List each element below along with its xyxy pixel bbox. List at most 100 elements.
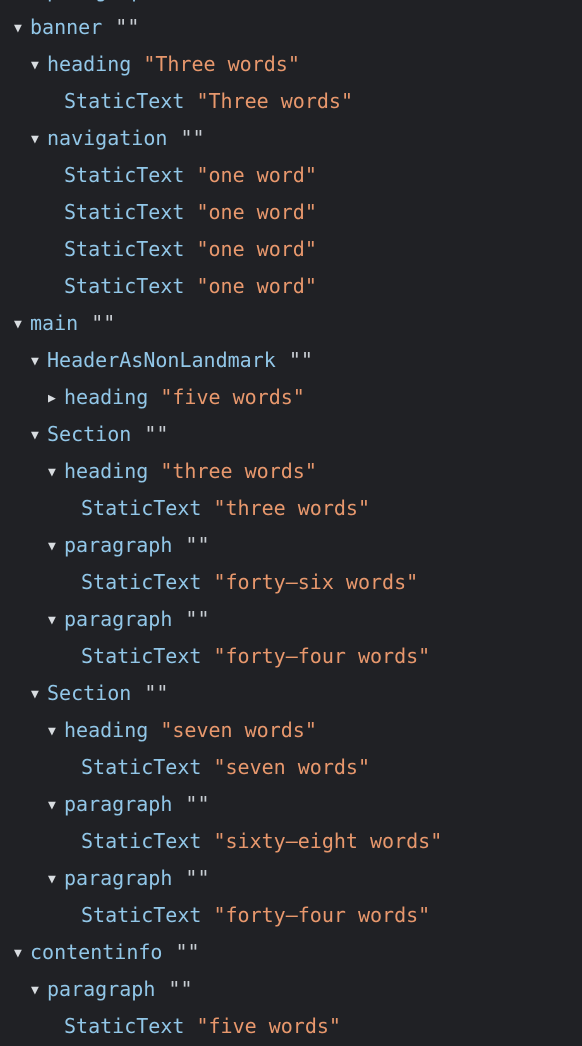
ax-node-value: "seven words"	[213, 755, 371, 779]
chevron-down-icon[interactable]: ▼	[31, 343, 47, 380]
ax-node-role: navigation	[47, 126, 168, 150]
chevron-down-icon[interactable]: ▼	[48, 713, 64, 750]
ax-node-value: "one word"	[196, 163, 317, 187]
chevron-down-icon[interactable]: ▼	[48, 787, 64, 824]
chevron-down-icon[interactable]: ▼	[31, 121, 47, 158]
ax-node-role: HeaderAsNonLandmark	[47, 348, 276, 372]
ax-node-heading[interactable]: ▼ heading "Three words"	[0, 46, 582, 83]
ax-node-section[interactable]: ▼ Section ""	[0, 416, 582, 453]
chevron-down-icon[interactable]: ▼	[31, 47, 47, 84]
ax-node-statictext[interactable]: ▼StaticText "Three words"	[0, 83, 582, 120]
ax-node-role: paragraph	[64, 866, 173, 890]
ax-node-role: Section	[47, 681, 132, 705]
ax-node-role: StaticText	[64, 163, 185, 187]
ax-node-role: StaticText	[81, 829, 202, 853]
ax-node-headerasnonlandmark[interactable]: ▼ HeaderAsNonLandmark ""	[0, 342, 582, 379]
ax-node-value: "forty–four words"	[213, 903, 431, 927]
ax-node-empty-value: ""	[168, 0, 192, 2]
ax-node-empty-value: ""	[185, 866, 210, 890]
ax-node-role: heading	[47, 52, 132, 76]
ax-node-role: paragraph	[64, 792, 173, 816]
ax-node-paragraph[interactable]: ▼paragraph ""	[0, 0, 582, 9]
chevron-right-icon[interactable]: ▶	[48, 380, 64, 417]
accessibility-tree: ▼paragraph ""▼banner ""▼heading "Three w…	[0, 0, 582, 1045]
ax-node-role: paragraph	[47, 977, 156, 1001]
ax-node-statictext[interactable]: ▼StaticText "forty–six words"	[0, 564, 582, 601]
ax-node-role: paragraph	[47, 0, 155, 2]
ax-node-statictext[interactable]: ▼StaticText "sixty–eight words"	[0, 823, 582, 860]
ax-node-value: "sixty–eight words"	[213, 829, 443, 853]
ax-node-role: StaticText	[81, 644, 202, 668]
ax-node-statictext[interactable]: ▼StaticText "one word"	[0, 268, 582, 305]
ax-node-statictext[interactable]: ▼StaticText "one word"	[0, 194, 582, 231]
ax-node-value: "Three words"	[143, 52, 300, 76]
ax-node-paragraph[interactable]: ▼paragraph ""	[0, 860, 582, 897]
ax-node-role: heading	[64, 385, 149, 409]
chevron-down-icon[interactable]: ▼	[48, 602, 64, 639]
chevron-down-icon[interactable]: ▼	[14, 935, 30, 972]
ax-node-statictext[interactable]: ▼StaticText "forty–four words"	[0, 897, 582, 934]
ax-node-role: Section	[47, 422, 132, 446]
ax-node-heading[interactable]: ▼ heading "seven words"	[0, 712, 582, 749]
ax-node-value: "three words"	[213, 496, 371, 520]
ax-node-role: StaticText	[64, 200, 185, 224]
ax-node-heading[interactable]: ▶ heading "five words"	[0, 379, 582, 416]
ax-node-value: "three words"	[160, 459, 317, 483]
chevron-down-icon[interactable]: ▼	[14, 10, 30, 47]
ax-node-role: StaticText	[64, 89, 185, 113]
ax-node-paragraph[interactable]: ▼paragraph ""	[0, 601, 582, 638]
ax-node-empty-value: ""	[180, 126, 205, 150]
ax-node-value: "seven words"	[160, 718, 317, 742]
ax-node-empty-value: ""	[115, 15, 140, 39]
ax-node-role: main	[30, 311, 79, 335]
ax-node-value: "five words"	[196, 1014, 341, 1038]
ax-node-empty-value: ""	[168, 977, 193, 1001]
ax-node-role: contentinfo	[30, 940, 163, 964]
ax-node-role: StaticText	[64, 1014, 185, 1038]
chevron-down-icon[interactable]: ▼	[14, 306, 30, 343]
ax-node-role: heading	[64, 718, 149, 742]
chevron-down-icon[interactable]: ▼	[31, 676, 47, 713]
chevron-down-icon[interactable]: ▼	[31, 417, 47, 454]
ax-node-value: "Three words"	[196, 89, 354, 113]
ax-node-value: "one word"	[196, 200, 317, 224]
ax-node-statictext[interactable]: ▼StaticText "seven words"	[0, 749, 582, 786]
ax-node-navigation[interactable]: ▼ navigation ""	[0, 120, 582, 157]
chevron-down-icon[interactable]: ▼	[48, 528, 64, 565]
ax-node-role: StaticText	[81, 570, 202, 594]
chevron-down-icon[interactable]: ▼	[48, 861, 64, 898]
ax-node-role: heading	[64, 459, 149, 483]
ax-node-section[interactable]: ▼ Section ""	[0, 675, 582, 712]
ax-node-contentinfo[interactable]: ▼ contentinfo ""	[0, 934, 582, 971]
ax-node-paragraph[interactable]: ▼paragraph ""	[0, 786, 582, 823]
ax-node-banner[interactable]: ▼ banner ""	[0, 9, 582, 46]
ax-node-statictext[interactable]: ▼StaticText "one word"	[0, 157, 582, 194]
ax-node-empty-value: ""	[144, 681, 169, 705]
ax-node-empty-value: ""	[91, 311, 116, 335]
ax-node-value: "five words"	[160, 385, 305, 409]
ax-node-role: StaticText	[81, 755, 202, 779]
ax-node-statictext[interactable]: ▼StaticText "three words"	[0, 490, 582, 527]
ax-node-paragraph[interactable]: ▼paragraph ""	[0, 971, 582, 1008]
ax-node-empty-value: ""	[185, 533, 210, 557]
ax-node-value: "one word"	[196, 237, 317, 261]
ax-node-statictext[interactable]: ▼StaticText "forty–four words"	[0, 638, 582, 675]
ax-node-role: StaticText	[81, 496, 202, 520]
ax-node-role: paragraph	[64, 607, 173, 631]
ax-node-statictext[interactable]: ▼StaticText "one word"	[0, 231, 582, 268]
ax-node-role: paragraph	[64, 533, 173, 557]
ax-node-value: "forty–six words"	[213, 570, 419, 594]
ax-node-paragraph[interactable]: ▼paragraph ""	[0, 527, 582, 564]
ax-node-empty-value: ""	[185, 607, 210, 631]
ax-node-role: StaticText	[64, 237, 185, 261]
ax-node-role: StaticText	[64, 274, 185, 298]
ax-node-role: StaticText	[81, 903, 202, 927]
ax-node-empty-value: ""	[288, 348, 313, 372]
ax-node-heading[interactable]: ▼ heading "three words"	[0, 453, 582, 490]
ax-node-empty-value: ""	[144, 422, 169, 446]
ax-node-main[interactable]: ▼ main ""	[0, 305, 582, 342]
ax-node-statictext[interactable]: ▼StaticText "five words"	[0, 1008, 582, 1045]
chevron-down-icon[interactable]: ▼	[48, 454, 64, 491]
chevron-down-icon[interactable]: ▼	[31, 972, 47, 1009]
ax-node-empty-value: ""	[185, 792, 210, 816]
